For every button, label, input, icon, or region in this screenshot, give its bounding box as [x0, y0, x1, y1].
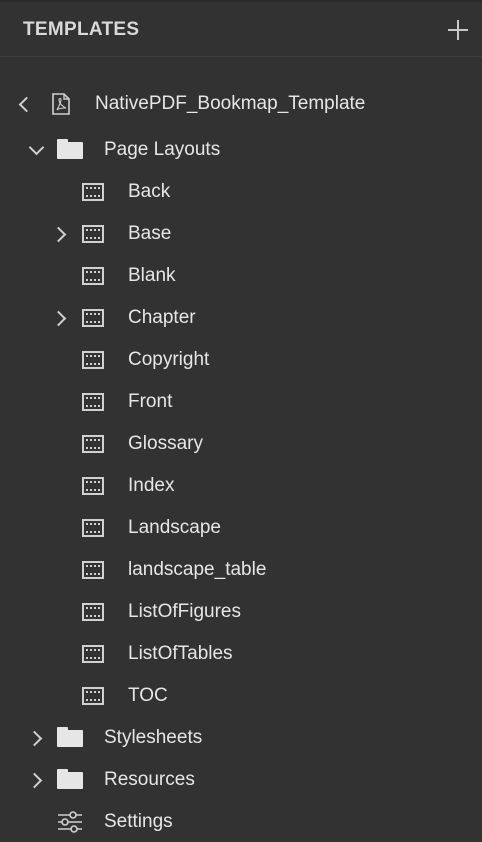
page-layout-item[interactable]: Front — [0, 382, 482, 422]
page-layout-icon — [82, 183, 104, 201]
page-layout-icon — [82, 309, 104, 327]
panel-title: TEMPLATES — [23, 19, 140, 40]
page-layout-label: ListOfFigures — [128, 601, 241, 622]
page-layout-icon — [82, 687, 104, 705]
page-layout-item[interactable]: ListOfTables — [0, 634, 482, 674]
folder-page-layouts[interactable]: Page Layouts — [0, 130, 482, 170]
page-layout-icon — [82, 393, 104, 411]
page-layout-label: Glossary — [128, 433, 203, 454]
sliders-icon — [58, 811, 82, 833]
page-layout-icon — [82, 645, 104, 663]
panel-header: TEMPLATES — [0, 0, 482, 57]
chevron-left-icon[interactable] — [18, 96, 35, 113]
page-layout-label: Back — [128, 181, 171, 202]
settings-row[interactable]: Settings — [0, 802, 482, 842]
page-layout-icon — [82, 477, 104, 495]
page-layout-label: Copyright — [128, 349, 210, 370]
page-layout-item[interactable]: Chapter — [0, 298, 482, 338]
page-layout-item[interactable]: Back — [0, 172, 482, 212]
page-layout-item[interactable]: Glossary — [0, 424, 482, 464]
page-layout-label: Landscape — [128, 517, 221, 538]
page-layout-item[interactable]: Landscape — [0, 508, 482, 548]
page-layout-icon — [82, 435, 104, 453]
folder-stylesheets[interactable]: Stylesheets — [0, 718, 482, 758]
page-layout-icon — [82, 603, 104, 621]
chevron-right-icon[interactable] — [26, 730, 43, 747]
page-layout-label: Front — [128, 391, 173, 412]
page-layout-item[interactable]: ListOfFigures — [0, 592, 482, 632]
templates-panel: TEMPLATES NativePDF_Bookmap_Template Pag… — [0, 0, 482, 840]
page-layout-item[interactable]: landscape_table — [0, 550, 482, 590]
chevron-down-icon[interactable] — [28, 139, 45, 156]
folder-icon — [57, 139, 83, 159]
chevron-right-icon[interactable] — [50, 310, 67, 327]
folder-icon — [57, 727, 83, 747]
template-name: NativePDF_Bookmap_Template — [95, 93, 366, 114]
page-layout-label: landscape_table — [128, 559, 267, 580]
page-layout-item[interactable]: Index — [0, 466, 482, 506]
page-layout-item[interactable]: Blank — [0, 256, 482, 296]
page-layout-label: Base — [128, 223, 172, 244]
folder-label: Stylesheets — [104, 727, 203, 748]
folder-label: Page Layouts — [104, 139, 221, 160]
template-row[interactable]: NativePDF_Bookmap_Template — [0, 84, 482, 124]
page-layout-label: ListOfTables — [128, 643, 233, 664]
page-layout-label: Blank — [128, 265, 176, 286]
folder-icon — [57, 769, 83, 789]
folder-resources[interactable]: Resources — [0, 760, 482, 800]
page-layout-item[interactable]: TOC — [0, 676, 482, 716]
page-layout-icon — [82, 561, 104, 579]
page-layout-label: Index — [128, 475, 175, 496]
folder-label: Resources — [104, 769, 195, 790]
page-layout-label: Chapter — [128, 307, 196, 328]
page-layout-icon — [82, 225, 104, 243]
chevron-right-icon[interactable] — [26, 772, 43, 789]
page-layout-icon — [82, 351, 104, 369]
page-layout-icon — [82, 267, 104, 285]
page-layout-item[interactable]: Copyright — [0, 340, 482, 380]
pdf-file-icon — [52, 93, 70, 115]
page-layout-item[interactable]: Base — [0, 214, 482, 254]
settings-label: Settings — [104, 811, 173, 832]
page-layout-label: TOC — [128, 685, 168, 706]
page-layout-icon — [82, 519, 104, 537]
chevron-right-icon[interactable] — [50, 226, 67, 243]
plus-icon[interactable] — [447, 19, 469, 41]
